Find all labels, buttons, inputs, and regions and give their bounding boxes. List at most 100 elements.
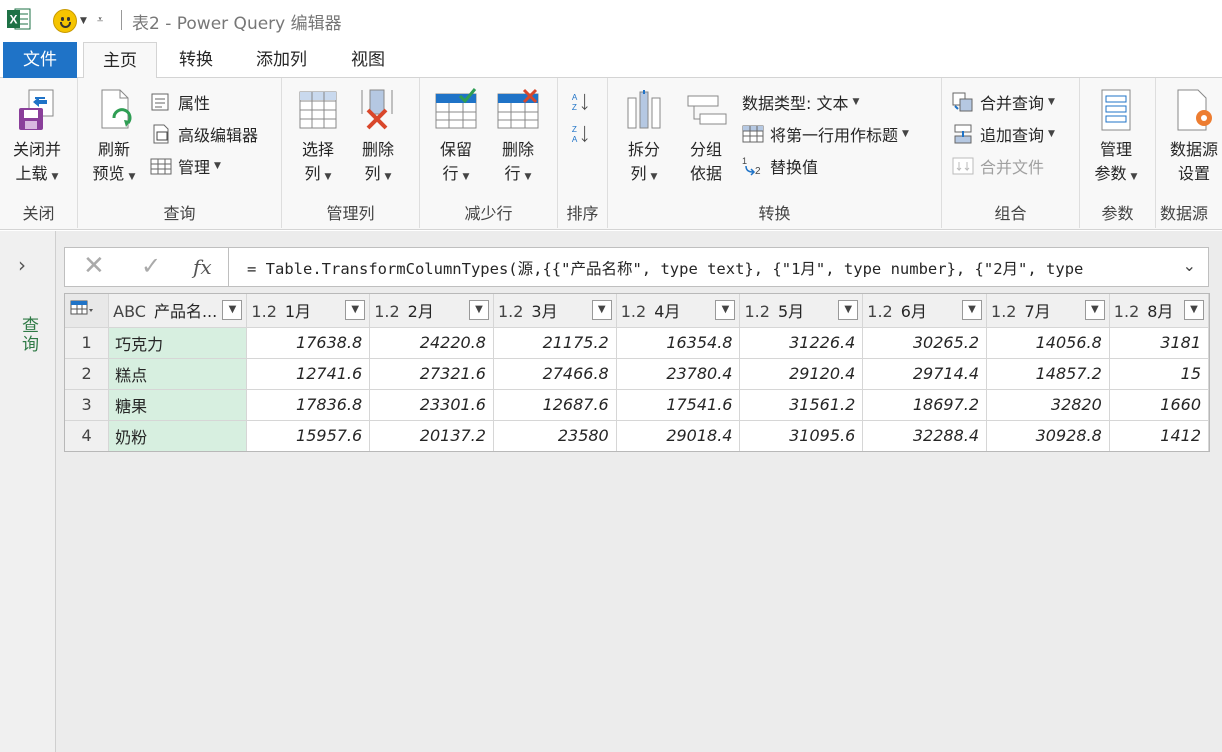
value-cell[interactable]: 18697.2 <box>862 389 988 421</box>
data-source-settings-button[interactable]: 数据源 设置 <box>1164 88 1222 186</box>
product-name-cell[interactable]: 巧克力 <box>108 327 248 359</box>
value-cell[interactable]: 30265.2 <box>862 327 988 359</box>
choose-columns-button[interactable]: 选择 列 ▼ <box>294 88 342 189</box>
sort-descending-button[interactable]: ZA <box>570 120 598 148</box>
value-cell[interactable]: 15 <box>1109 358 1209 390</box>
value-cell[interactable]: 21175.2 <box>493 327 617 359</box>
value-cell[interactable]: 14056.8 <box>986 327 1110 359</box>
value-cell[interactable]: 29018.4 <box>616 420 741 451</box>
value-cell[interactable]: 17836.8 <box>246 389 371 421</box>
text-type-icon[interactable]: ABC <box>113 302 146 321</box>
column-header[interactable]: 1.2 1月 ▼ <box>246 294 371 328</box>
value-cell[interactable]: 20137.2 <box>369 420 494 451</box>
remove-columns-button[interactable]: 删除 列 ▼ <box>354 88 402 189</box>
queries-pane-label[interactable]: 查询 <box>16 316 41 354</box>
value-cell[interactable]: 16354.8 <box>616 327 741 359</box>
value-cell[interactable]: 32288.4 <box>862 420 988 451</box>
decimal-type-icon[interactable]: 1.2 <box>374 302 399 321</box>
decimal-type-icon[interactable]: 1.2 <box>251 302 276 321</box>
replace-values-button[interactable]: 12 替换值 <box>742 152 818 180</box>
filter-dropdown-icon[interactable]: ▼ <box>962 300 983 320</box>
product-name-cell[interactable]: 糖果 <box>108 389 248 421</box>
filter-dropdown-icon[interactable]: ▼ <box>222 300 243 320</box>
value-cell[interactable]: 23580 <box>493 420 617 451</box>
column-header[interactable]: 1.2 5月 ▼ <box>739 294 864 328</box>
use-first-row-header-button[interactable]: 将第一行用作标题 ▼ <box>742 120 909 148</box>
advanced-editor-button[interactable]: 高级编辑器 <box>150 120 258 148</box>
decimal-type-icon[interactable]: 1.2 <box>498 302 523 321</box>
column-header[interactable]: 1.2 3月 ▼ <box>493 294 617 328</box>
value-cell[interactable]: 27321.6 <box>369 358 494 390</box>
decimal-type-icon[interactable]: 1.2 <box>1114 302 1139 321</box>
filter-dropdown-icon[interactable]: ▼ <box>345 300 366 320</box>
column-header[interactable]: ABC 产品名... ▼ <box>108 294 248 328</box>
data-type-dropdown[interactable]: 数据类型: 文本 ▼ <box>742 88 859 116</box>
split-column-button[interactable]: 拆分 列 ▼ <box>618 88 670 189</box>
column-header[interactable]: 1.2 4月 ▼ <box>616 294 741 328</box>
cancel-icon[interactable]: ✕ <box>83 251 105 281</box>
column-header[interactable]: 1.2 7月 ▼ <box>986 294 1110 328</box>
refresh-preview-button[interactable]: 刷新 预览 ▼ <box>86 88 142 189</box>
group-by-button[interactable]: 分组 依据 <box>680 88 732 186</box>
value-cell[interactable]: 12741.6 <box>246 358 371 390</box>
value-cell[interactable]: 23301.6 <box>369 389 494 421</box>
filter-dropdown-icon[interactable]: ▼ <box>591 300 612 320</box>
column-header[interactable]: 1.2 2月 ▼ <box>369 294 494 328</box>
sort-ascending-button[interactable]: AZ <box>570 88 598 116</box>
decimal-type-icon[interactable]: 1.2 <box>991 302 1016 321</box>
row-number[interactable]: 3 <box>65 389 110 421</box>
expand-pane-icon[interactable]: › <box>18 253 26 277</box>
tab-transform[interactable]: 转换 <box>161 42 231 78</box>
filter-dropdown-icon[interactable]: ▼ <box>715 300 736 320</box>
row-number[interactable]: 2 <box>65 358 110 390</box>
combine-files-button[interactable]: 合并文件 <box>952 152 1044 180</box>
value-cell[interactable]: 1412 <box>1109 420 1209 451</box>
formula-input[interactable]: = Table.TransformColumnTypes(源,{{"产品名称",… <box>247 257 1177 279</box>
chevron-down-icon[interactable]: ⌄ <box>1183 256 1196 275</box>
value-cell[interactable]: 30928.8 <box>986 420 1110 451</box>
check-icon[interactable]: ✓ <box>141 252 161 280</box>
value-cell[interactable]: 15957.6 <box>246 420 371 451</box>
value-cell[interactable]: 14857.2 <box>986 358 1110 390</box>
remove-rows-button[interactable]: 删除 行 ▼ <box>494 88 542 189</box>
column-header[interactable]: 1.2 8月 ▼ <box>1109 294 1209 328</box>
decimal-type-icon[interactable]: 1.2 <box>621 302 646 321</box>
tab-file[interactable]: 文件 <box>3 42 77 78</box>
value-cell[interactable]: 17541.6 <box>616 389 741 421</box>
append-queries-button[interactable]: 追加查询 ▼ <box>952 120 1055 148</box>
value-cell[interactable]: 31095.6 <box>739 420 864 451</box>
tab-view[interactable]: 视图 <box>333 42 403 78</box>
row-number[interactable]: 1 <box>65 327 110 359</box>
customize-toolbar-icon[interactable]: ⩡ <box>97 13 103 27</box>
product-name-cell[interactable]: 糕点 <box>108 358 248 390</box>
value-cell[interactable]: 24220.8 <box>369 327 494 359</box>
value-cell[interactable]: 29714.4 <box>862 358 988 390</box>
value-cell[interactable]: 31226.4 <box>739 327 864 359</box>
filter-dropdown-icon[interactable]: ▼ <box>838 300 859 320</box>
close-and-load-button[interactable]: 关闭并 上载 ▼ <box>5 88 69 189</box>
decimal-type-icon[interactable]: 1.2 <box>744 302 769 321</box>
value-cell[interactable]: 1660 <box>1109 389 1209 421</box>
value-cell[interactable]: 12687.6 <box>493 389 617 421</box>
value-cell[interactable]: 17638.8 <box>246 327 371 359</box>
feedback-smiley-icon[interactable] <box>53 9 77 33</box>
row-number[interactable]: 4 <box>65 420 110 451</box>
filter-dropdown-icon[interactable]: ▼ <box>1084 300 1105 320</box>
chevron-down-icon[interactable]: ▼ <box>80 16 87 26</box>
filter-dropdown-icon[interactable]: ▼ <box>468 300 489 320</box>
tab-add-column[interactable]: 添加列 <box>238 42 325 78</box>
decimal-type-icon[interactable]: 1.2 <box>867 302 892 321</box>
column-header[interactable]: 1.2 6月 ▼ <box>862 294 988 328</box>
tab-home[interactable]: 主页 <box>83 42 157 79</box>
value-cell[interactable]: 31561.2 <box>739 389 864 421</box>
value-cell[interactable]: 23780.4 <box>616 358 741 390</box>
value-cell[interactable]: 3181 <box>1109 327 1209 359</box>
fx-icon[interactable]: fx <box>193 255 212 279</box>
product-name-cell[interactable]: 奶粉 <box>108 420 248 451</box>
properties-button[interactable]: 属性 <box>150 88 210 116</box>
table-menu-icon[interactable] <box>65 294 110 328</box>
value-cell[interactable]: 32820 <box>986 389 1110 421</box>
keep-rows-button[interactable]: 保留 行 ▼ <box>432 88 480 189</box>
manage-parameters-button[interactable]: 管理 参数 ▼ <box>1088 88 1144 189</box>
value-cell[interactable]: 27466.8 <box>493 358 617 390</box>
